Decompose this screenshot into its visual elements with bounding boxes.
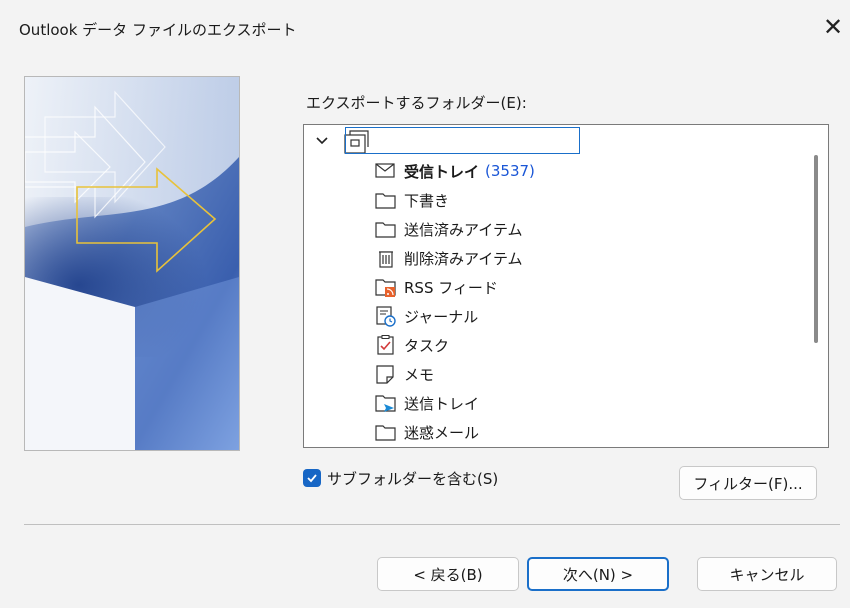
- folder-tree[interactable]: 受信トレイ (3537) 下書き 送信済みアイテム 削除済みアイテム RSS フ…: [303, 124, 829, 448]
- tree-item-label: メモ: [404, 365, 435, 384]
- unread-count: (3537): [485, 162, 535, 180]
- tree-item-label: 迷惑メール: [404, 423, 480, 442]
- include-subfolders-label: サブフォルダーを含む(S): [327, 469, 499, 488]
- outbox-icon: [375, 395, 396, 412]
- tree-item-label: RSS フィード: [404, 278, 498, 297]
- tree-item-drafts[interactable]: 下書き: [374, 187, 449, 213]
- tree-item-deleted-items[interactable]: 削除済みアイテム: [374, 245, 523, 271]
- tree-item-label: タスク: [404, 336, 450, 355]
- wizard-side-image: [24, 76, 240, 451]
- next-button[interactable]: 次へ(N) >: [527, 557, 669, 591]
- tree-item-rss-feeds[interactable]: RSS フィード: [374, 274, 498, 300]
- include-subfolders-checkbox[interactable]: [303, 469, 321, 487]
- tree-item-junk-email[interactable]: 迷惑メール: [374, 419, 479, 445]
- journal-icon: [376, 306, 396, 327]
- tree-item-tasks[interactable]: タスク: [374, 332, 449, 358]
- tree-item-journal[interactable]: ジャーナル: [374, 303, 478, 329]
- filter-button[interactable]: フィルター(F)...: [679, 466, 817, 500]
- tree-item-label: 受信トレイ: [404, 162, 480, 181]
- tree-item-outbox[interactable]: 送信トレイ: [374, 390, 479, 416]
- folder-select-label: エクスポートするフォルダー(E):: [306, 94, 527, 112]
- cancel-button[interactable]: キャンセル: [697, 557, 837, 591]
- tree-item-sent-items[interactable]: 送信済みアイテム: [374, 216, 523, 242]
- tree-item-label: 下書き: [404, 191, 450, 210]
- close-icon[interactable]: ✕: [818, 12, 848, 42]
- trash-icon: [379, 251, 393, 268]
- root-folder-name-field[interactable]: [345, 127, 580, 154]
- note-icon: [376, 365, 394, 384]
- tree-item-notes[interactable]: メモ: [374, 361, 434, 387]
- task-icon: [377, 335, 394, 355]
- rss-folder-icon: [375, 279, 396, 297]
- checkmark-icon: [307, 474, 317, 483]
- envelope-icon: [375, 163, 395, 178]
- folder-icon: [375, 222, 396, 238]
- footer-divider: [24, 524, 840, 525]
- include-subfolders-option[interactable]: サブフォルダーを含む(S): [303, 466, 498, 490]
- tree-scrollbar[interactable]: [814, 155, 818, 343]
- folder-icon: [375, 425, 396, 441]
- tree-item-label: ジャーナル: [404, 307, 479, 326]
- tree-item-label: 送信済みアイテム: [404, 220, 523, 239]
- chevron-down-icon[interactable]: [314, 133, 330, 149]
- tree-item-label: 削除済みアイテム: [404, 249, 523, 268]
- dialog-title: Outlook データ ファイルのエクスポート: [19, 21, 297, 39]
- folder-icon: [375, 193, 396, 209]
- back-button[interactable]: < 戻る(B): [377, 557, 519, 591]
- tree-item-label: 送信トレイ: [404, 394, 480, 413]
- tree-item-inbox[interactable]: 受信トレイ (3537): [374, 158, 535, 184]
